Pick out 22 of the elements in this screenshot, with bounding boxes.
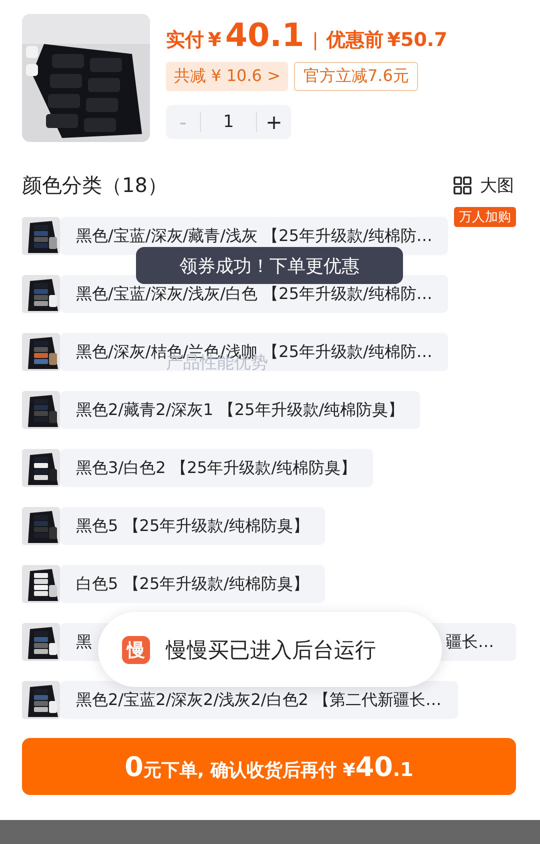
- plus-button[interactable]: +: [257, 105, 291, 139]
- original-price-label: 优惠前: [326, 28, 384, 53]
- app-icon: 慢: [122, 636, 150, 664]
- variant-text: 疆长…: [446, 632, 494, 652]
- popular-badge: 万人加购: [454, 207, 516, 227]
- notification-text: 慢慢买已进入后台运行: [166, 636, 376, 664]
- grid-icon[interactable]: [453, 176, 472, 195]
- quantity-value[interactable]: 1: [200, 112, 257, 132]
- original-price: ¥50.7: [387, 29, 448, 51]
- variant-option[interactable]: 黑色5 【25年升级款/纯棉防臭】: [60, 507, 326, 545]
- variant-option[interactable]: 黑色2/藏青2/深灰1 【25年升级款/纯棉防臭】: [60, 391, 420, 429]
- variant-option[interactable]: 白色5 【25年升级款/纯棉防臭】: [60, 565, 326, 603]
- price-amount: 40.1: [225, 16, 304, 54]
- large-view-toggle[interactable]: 大图: [480, 174, 514, 197]
- coupon-toast: 领券成功！下单更优惠: [136, 247, 403, 284]
- variant-option[interactable]: 黑色3/白色2 【25年升级款/纯棉防臭】: [60, 449, 373, 487]
- section-title: 颜色分类（18）: [22, 172, 168, 199]
- discount-tag: 官方立减7.6元: [294, 62, 418, 91]
- price-label: 实付: [166, 28, 204, 53]
- currency-sign: ¥: [208, 29, 222, 51]
- variant-text: 黑: [76, 632, 92, 652]
- separator: |: [312, 30, 318, 51]
